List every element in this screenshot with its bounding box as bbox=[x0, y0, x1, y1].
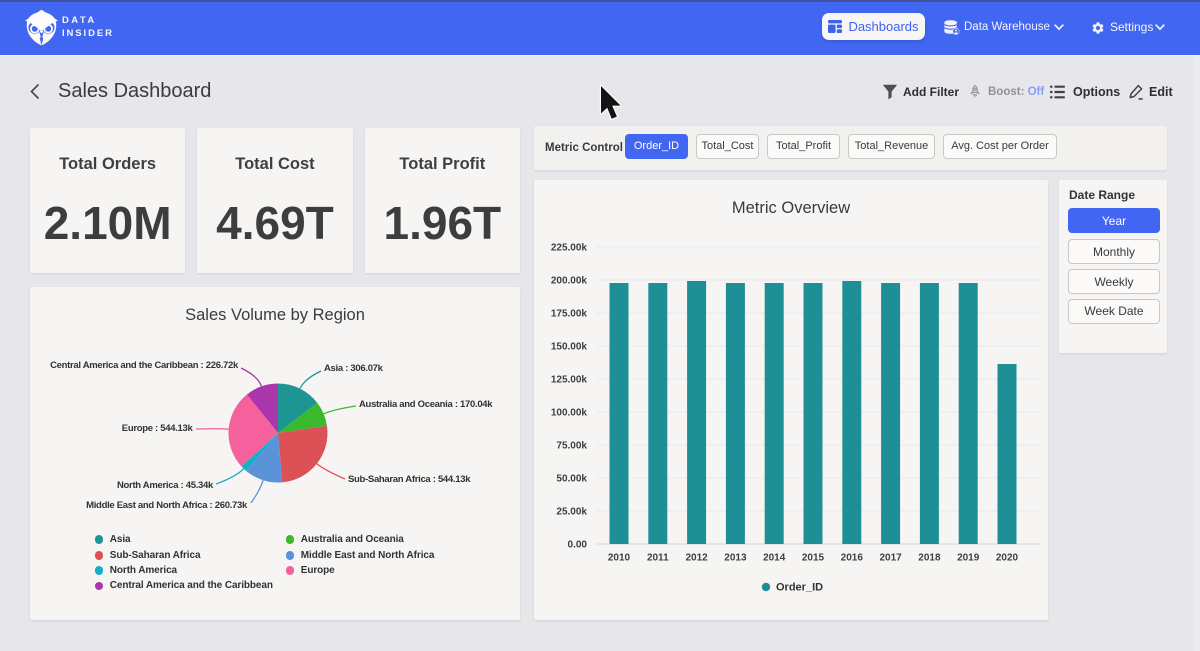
svg-text:2015: 2015 bbox=[802, 553, 825, 564]
svg-text:2016: 2016 bbox=[841, 553, 864, 564]
svg-text:Order_ID: Order_ID bbox=[776, 582, 823, 594]
svg-text:200.00k: 200.00k bbox=[551, 276, 588, 287]
svg-text:125.00k: 125.00k bbox=[551, 375, 588, 386]
svg-text:2019: 2019 bbox=[957, 553, 980, 564]
svg-text:175.00k: 175.00k bbox=[551, 309, 588, 320]
svg-text:2014: 2014 bbox=[763, 553, 786, 564]
svg-text:100.00k: 100.00k bbox=[551, 408, 588, 419]
svg-text:25.00k: 25.00k bbox=[556, 507, 587, 518]
svg-text:2011: 2011 bbox=[647, 553, 669, 564]
svg-text:2020: 2020 bbox=[996, 553, 1019, 564]
svg-text:2013: 2013 bbox=[724, 553, 747, 564]
svg-text:2018: 2018 bbox=[918, 553, 941, 564]
svg-text:150.00k: 150.00k bbox=[551, 342, 588, 353]
svg-text:0.00: 0.00 bbox=[568, 540, 588, 551]
svg-text:50.00k: 50.00k bbox=[556, 474, 587, 485]
svg-text:2010: 2010 bbox=[608, 553, 631, 564]
svg-text:75.00k: 75.00k bbox=[556, 441, 587, 452]
svg-text:2017: 2017 bbox=[879, 553, 902, 564]
svg-text:2012: 2012 bbox=[685, 553, 708, 564]
svg-text:225.00k: 225.00k bbox=[551, 243, 588, 254]
